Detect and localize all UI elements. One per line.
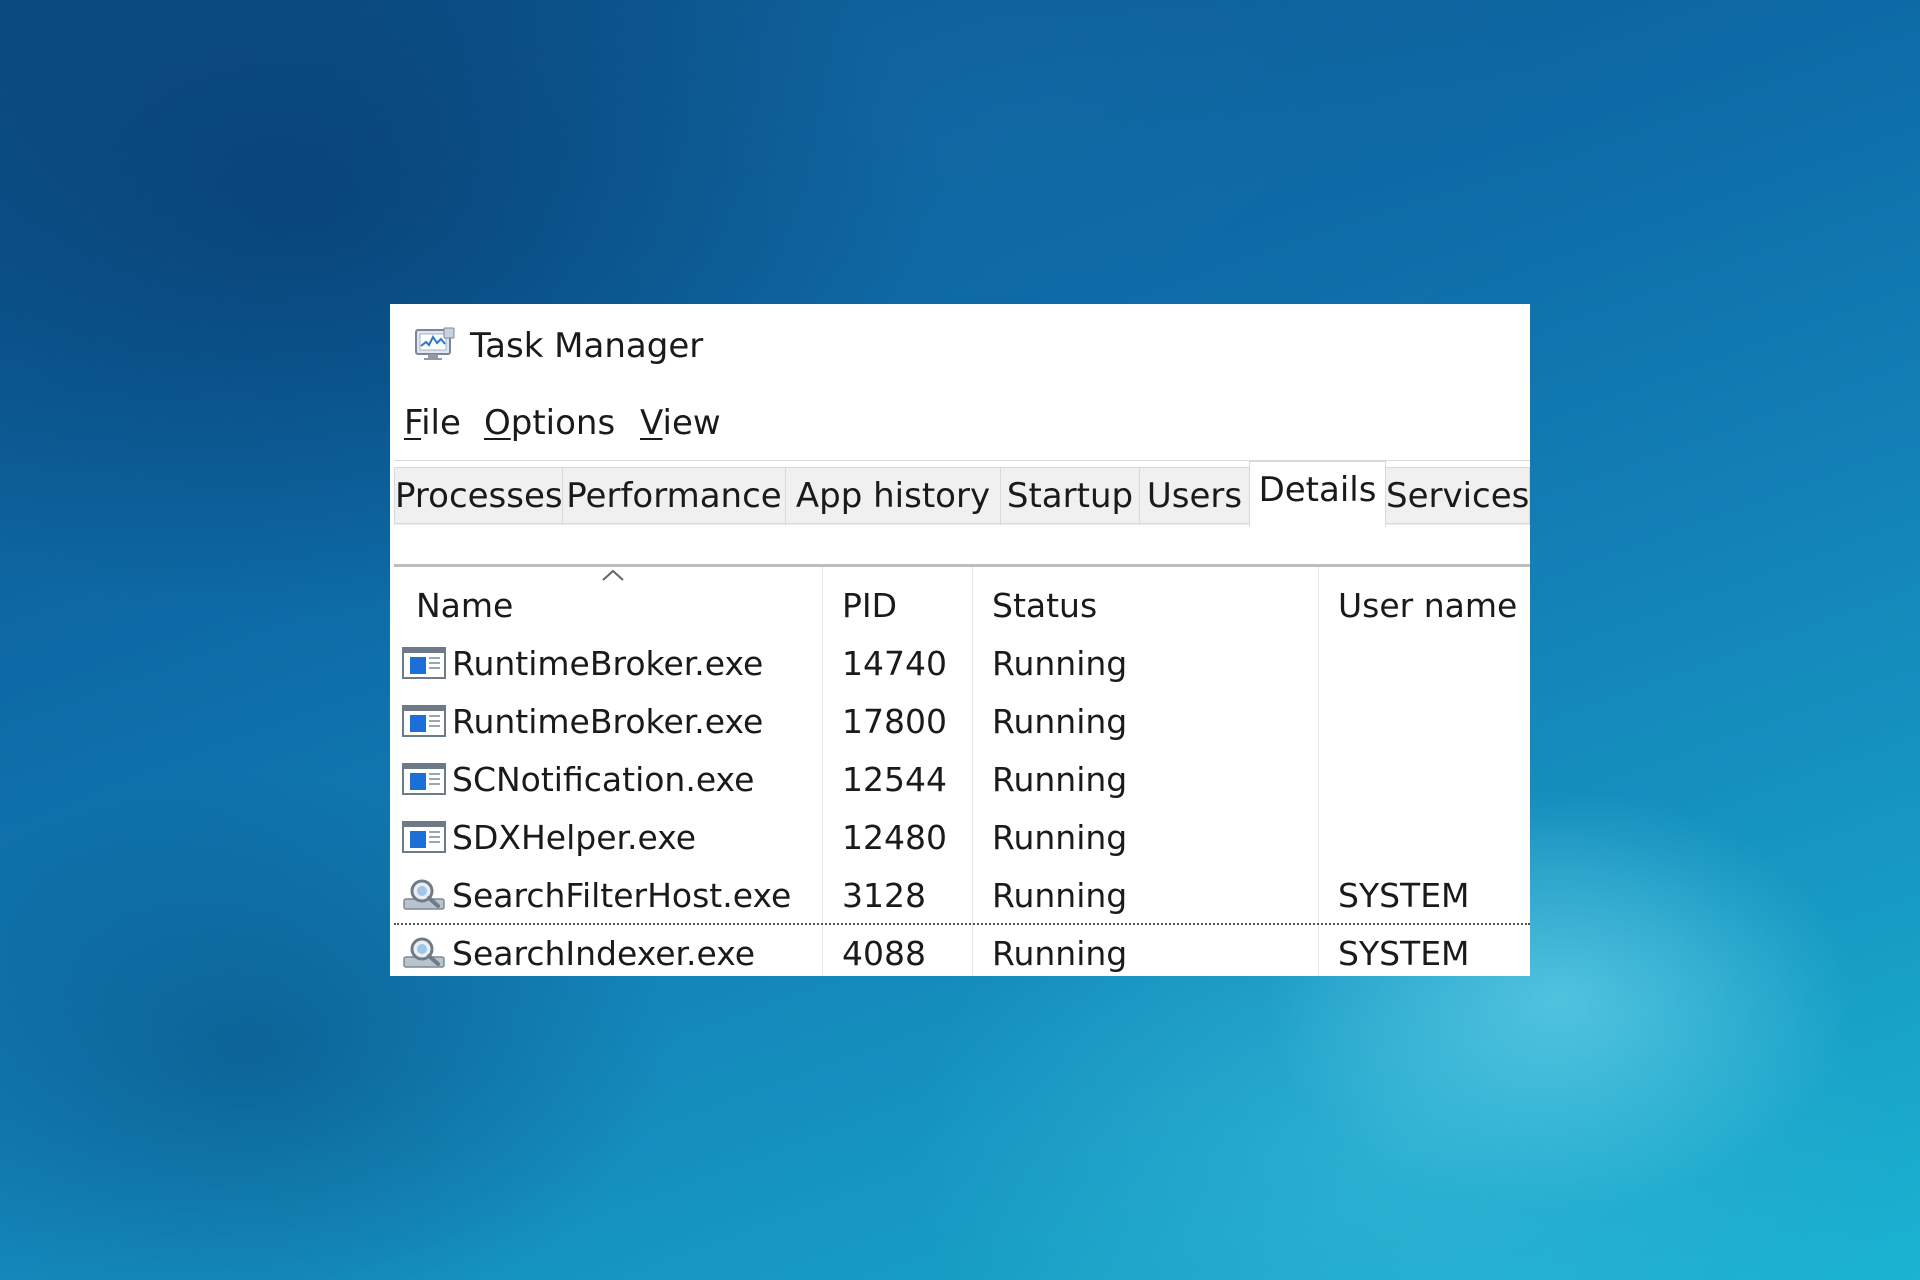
process-pid: 12544 bbox=[842, 760, 947, 799]
sort-ascending-icon bbox=[602, 569, 624, 581]
menu-file[interactable]: File bbox=[404, 400, 461, 446]
menu-file-accesskey: F bbox=[404, 403, 422, 443]
process-pid: 3128 bbox=[842, 876, 926, 915]
process-user: SYSTEM bbox=[1338, 876, 1470, 915]
process-status: Running bbox=[992, 818, 1128, 857]
tab-performance[interactable]: Performance bbox=[562, 467, 786, 525]
menu-file-label: ile bbox=[421, 403, 461, 443]
process-status: Running bbox=[992, 702, 1128, 741]
table-row[interactable]: SearchFilterHost.exe 3128 Running SYSTEM bbox=[394, 867, 1530, 925]
column-header-status[interactable]: Status bbox=[992, 581, 1097, 631]
tab-strip: Processes Performance App history Startu… bbox=[394, 460, 1530, 527]
process-name: SCNotification.exe bbox=[452, 760, 755, 799]
process-table: Name PID Status User name RuntimeBroker.… bbox=[394, 564, 1530, 976]
process-name: RuntimeBroker.exe bbox=[452, 702, 764, 741]
menu-options-accesskey: O bbox=[484, 403, 511, 443]
desktop-background: Task Manager File Options View Processes… bbox=[0, 0, 1920, 1280]
menu-options[interactable]: Options bbox=[484, 400, 615, 446]
menu-view-label: iew bbox=[662, 403, 721, 443]
app-window-icon bbox=[402, 647, 446, 679]
tab-services[interactable]: Services bbox=[1385, 467, 1530, 525]
window-title: Task Manager bbox=[470, 326, 704, 366]
table-row[interactable]: SearchIndexer.exe 4088 Running SYSTEM bbox=[394, 925, 1530, 976]
table-row[interactable]: RuntimeBroker.exe 17800 Running bbox=[394, 693, 1530, 751]
table-header: Name PID Status User name bbox=[394, 567, 1530, 976]
title-bar[interactable]: Task Manager bbox=[390, 304, 1530, 386]
process-pid: 17800 bbox=[842, 702, 947, 741]
menu-options-label: ptions bbox=[510, 403, 616, 443]
tab-startup[interactable]: Startup bbox=[1000, 467, 1140, 525]
search-service-icon bbox=[403, 879, 445, 910]
process-name: SearchIndexer.exe bbox=[452, 934, 756, 973]
tab-processes[interactable]: Processes bbox=[394, 467, 563, 525]
table-row[interactable]: RuntimeBroker.exe 14740 Running bbox=[394, 635, 1530, 693]
column-header-name[interactable]: Name bbox=[416, 581, 513, 631]
menu-bar: File Options View bbox=[390, 400, 1530, 450]
app-window-icon bbox=[402, 763, 446, 795]
search-service-icon bbox=[403, 937, 445, 968]
app-window-icon bbox=[402, 705, 446, 737]
process-user: SYSTEM bbox=[1338, 934, 1470, 973]
process-pid: 4088 bbox=[842, 934, 926, 973]
menu-view[interactable]: View bbox=[640, 400, 721, 446]
process-name: SDXHelper.exe bbox=[452, 818, 697, 857]
process-status: Running bbox=[992, 934, 1128, 973]
app-window-icon bbox=[402, 821, 446, 853]
task-manager-icon bbox=[415, 327, 455, 360]
task-manager-window: Task Manager File Options View Processes… bbox=[390, 304, 1530, 976]
process-status: Running bbox=[992, 760, 1128, 799]
column-header-pid[interactable]: PID bbox=[842, 581, 897, 631]
process-pid: 12480 bbox=[842, 818, 947, 857]
tab-details[interactable]: Details bbox=[1249, 461, 1386, 527]
menu-view-accesskey: V bbox=[640, 403, 663, 443]
tab-app-history[interactable]: App history bbox=[785, 467, 1001, 525]
process-status: Running bbox=[992, 644, 1128, 683]
process-name: SearchFilterHost.exe bbox=[452, 876, 792, 915]
process-pid: 14740 bbox=[842, 644, 947, 683]
table-row[interactable]: SDXHelper.exe 12480 Running bbox=[394, 809, 1530, 867]
table-row[interactable]: SCNotification.exe 12544 Running bbox=[394, 751, 1530, 809]
process-status: Running bbox=[992, 876, 1128, 915]
tab-users[interactable]: Users bbox=[1139, 467, 1250, 525]
column-header-user-name[interactable]: User name bbox=[1338, 581, 1517, 631]
process-name: RuntimeBroker.exe bbox=[452, 644, 764, 683]
